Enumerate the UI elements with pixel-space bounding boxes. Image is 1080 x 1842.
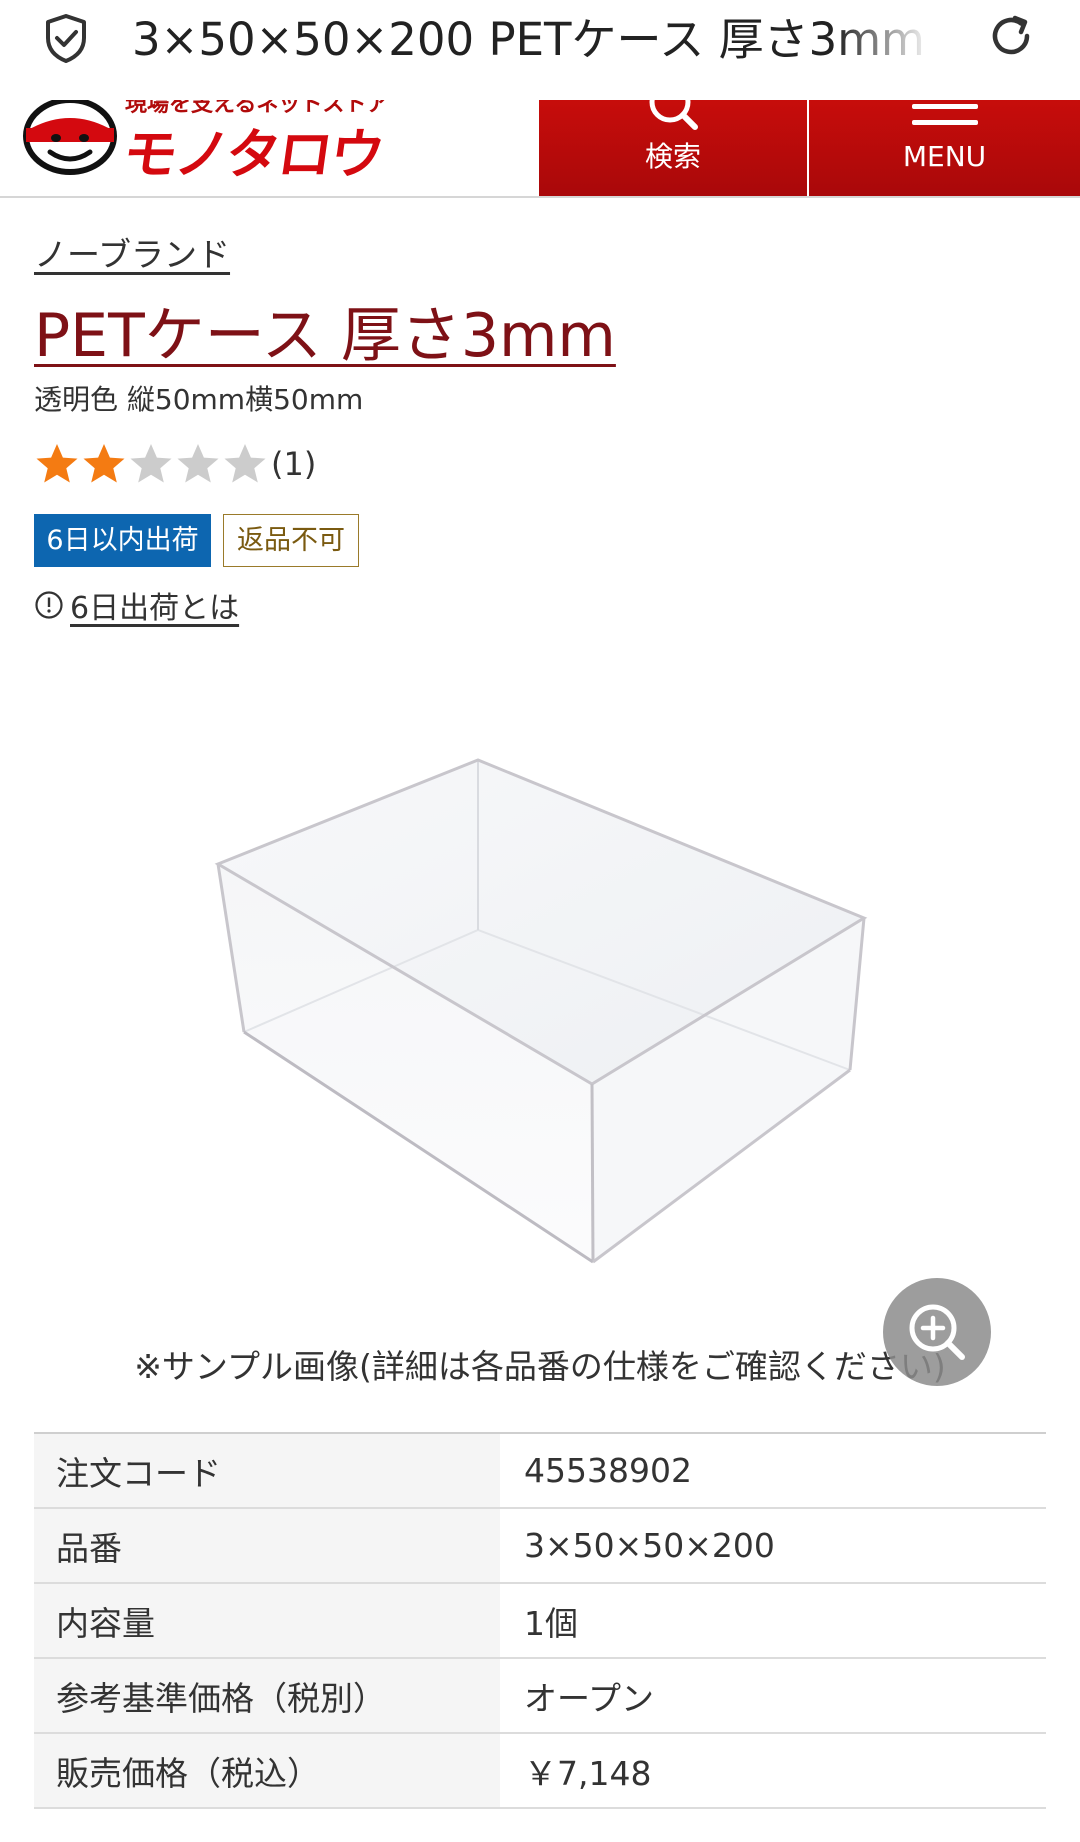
info-circle-icon xyxy=(35,591,63,619)
shipping-info-text: 6日出荷とは xyxy=(70,591,240,626)
zoom-button[interactable] xyxy=(883,1278,991,1386)
shield-check-icon[interactable] xyxy=(40,12,92,64)
browser-tab-title[interactable]: 3×50×50×200 PETケース 厚さ3mm xyxy=(132,8,932,72)
site-header: 現場を支えるネットストア モノタロウ 検索 MENU xyxy=(0,88,1080,198)
star-empty-icon xyxy=(130,444,172,483)
spec-label: 注文コード xyxy=(34,1433,500,1509)
spec-row: 参考基準価格（税別） オープン xyxy=(34,1658,1046,1734)
rating-stars xyxy=(34,441,269,487)
shipping-info-link[interactable]: 6日出荷とは xyxy=(34,582,239,628)
rating[interactable]: (1) xyxy=(34,434,316,494)
reload-icon[interactable] xyxy=(985,10,1037,62)
search-button[interactable]: 検索 xyxy=(539,88,807,196)
no-return-badge: 返品不可 xyxy=(223,514,359,567)
menu-button[interactable]: MENU xyxy=(809,100,1080,196)
zoom-in-icon xyxy=(909,1304,965,1360)
product-subtitle: 透明色 縦50mm横50mm xyxy=(34,383,364,416)
star-filled-icon xyxy=(83,444,125,483)
spec-row: 注文コード 45538902 xyxy=(34,1433,1046,1509)
product-title[interactable]: PETケース 厚さ3mm xyxy=(34,298,616,374)
spec-label: 販売価格（税込） xyxy=(34,1733,500,1809)
star-filled-icon xyxy=(36,444,78,483)
spec-value: ￥7,148 xyxy=(500,1733,1046,1809)
spec-value: 45538902 xyxy=(500,1433,1046,1509)
logo-wordmark: モノタロウ xyxy=(118,123,387,186)
spec-value: 1個 xyxy=(500,1583,1046,1659)
spec-row: 品番 3×50×50×200 xyxy=(34,1508,1046,1584)
spec-row: 内容量 1個 xyxy=(34,1583,1046,1659)
spec-value: オープン xyxy=(500,1658,1046,1734)
menu-button-label: MENU xyxy=(902,140,987,173)
site-logo[interactable]: 現場を支えるネットストア モノタロウ xyxy=(20,100,410,196)
star-empty-icon xyxy=(177,444,219,483)
logo-mascot-icon xyxy=(23,100,117,175)
browser-toolbar: 3×50×50×200 PETケース 厚さ3mm xyxy=(0,0,1080,100)
spec-label: 参考基準価格（税別） xyxy=(34,1658,500,1734)
shipping-badge: 6日以内出荷 xyxy=(34,514,211,567)
star-empty-icon xyxy=(224,444,266,483)
review-count[interactable]: (1) xyxy=(271,445,316,483)
hamburger-icon xyxy=(911,104,978,125)
product-image[interactable] xyxy=(200,740,880,1280)
brand-link[interactable]: ノーブランド xyxy=(34,228,230,276)
spec-value: 3×50×50×200 xyxy=(500,1508,1046,1584)
search-button-label: 検索 xyxy=(644,140,701,173)
spec-label: 品番 xyxy=(34,1508,500,1584)
spec-row: 販売価格（税込） ￥7,148 xyxy=(34,1733,1046,1809)
search-icon xyxy=(649,88,698,130)
spec-label: 内容量 xyxy=(34,1583,500,1659)
spec-table: 注文コード 45538902 品番 3×50×50×200 内容量 1個 参考基準価格（税別… xyxy=(34,1432,1046,1809)
